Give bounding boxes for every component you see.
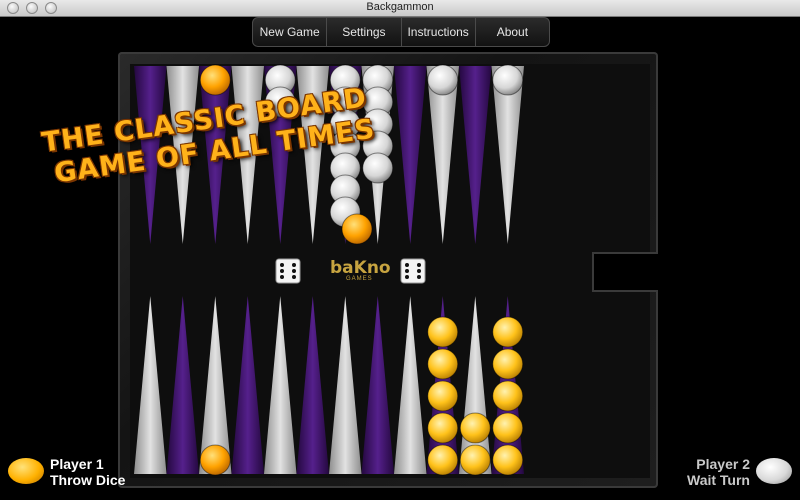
white-checker[interactable] (427, 64, 459, 96)
bottom-point[interactable] (231, 296, 265, 474)
bottom-point[interactable] (166, 296, 200, 474)
white-checker[interactable] (362, 152, 394, 184)
bakno-logo: baKno (330, 258, 391, 278)
orange-checker[interactable] (459, 444, 491, 476)
player1-name: Player 1 (50, 456, 104, 472)
die-right[interactable] (400, 258, 426, 284)
player1-status: Throw Dice (50, 472, 126, 488)
orange-checker[interactable] (427, 316, 459, 348)
bottom-point[interactable] (361, 296, 395, 474)
orange-checker[interactable] (492, 348, 524, 380)
bottom-point[interactable] (264, 296, 297, 474)
bottom-point[interactable] (394, 296, 427, 474)
white-checker[interactable] (492, 64, 524, 96)
bakno-logo-sub: GAMES (346, 276, 373, 282)
orange-checker[interactable] (492, 316, 524, 348)
player1-checker-icon (8, 458, 44, 484)
player2-checker-icon (756, 458, 792, 484)
orange-checker[interactable] (341, 213, 373, 245)
bottom-point[interactable] (134, 296, 167, 474)
orange-checker[interactable] (492, 380, 524, 412)
orange-checker[interactable] (199, 444, 231, 476)
orange-checker[interactable] (492, 444, 524, 476)
top-point[interactable] (394, 66, 427, 244)
orange-checker[interactable] (427, 412, 459, 444)
bottom-point[interactable] (296, 296, 330, 474)
top-point[interactable] (459, 66, 492, 244)
player2-status: Wait Turn (687, 472, 750, 488)
board-graphics[interactable] (0, 0, 800, 500)
orange-checker[interactable] (459, 412, 491, 444)
player1-panel: Player 1 Throw Dice (50, 456, 125, 488)
die-left[interactable] (275, 258, 301, 284)
orange-checker[interactable] (427, 348, 459, 380)
bottom-point[interactable] (329, 296, 362, 474)
orange-checker[interactable] (492, 412, 524, 444)
orange-checker[interactable] (199, 64, 231, 96)
orange-checker[interactable] (427, 444, 459, 476)
orange-checker[interactable] (427, 380, 459, 412)
player2-panel: Player 2 Wait Turn (687, 456, 750, 488)
player2-name: Player 2 (696, 456, 750, 472)
